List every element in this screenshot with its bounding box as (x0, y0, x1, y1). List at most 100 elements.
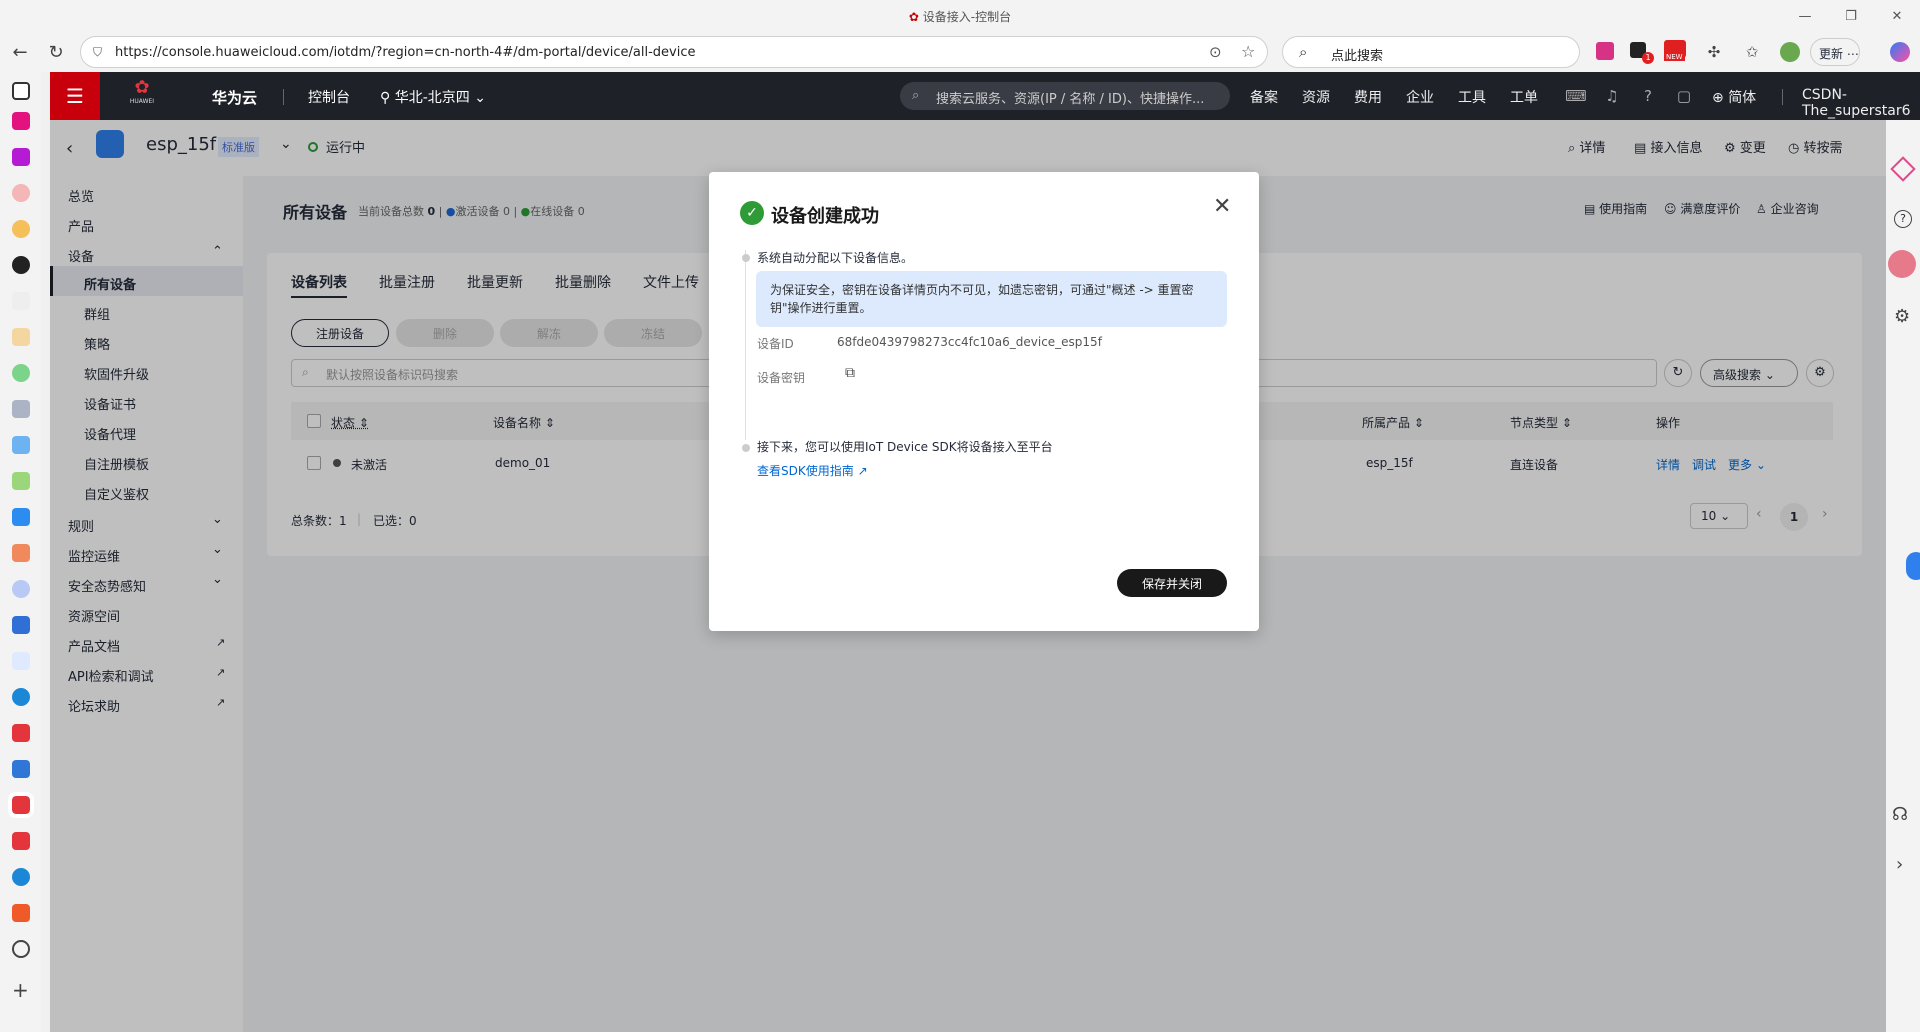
globe-icon: ⊕ (1712, 90, 1724, 106)
search-icon: ⌕ (912, 88, 920, 103)
app-edge-icon[interactable] (12, 688, 30, 706)
site-info-icon[interactable]: ⛉ (93, 45, 102, 60)
translate-side-icon[interactable] (1888, 250, 1916, 278)
dialog-title: 设备创建成功 (771, 206, 879, 227)
huawei-logo[interactable]: ✿ HUAWEI (122, 78, 162, 114)
browser-right-sidebar: ? ⚙ ☊ › (1886, 120, 1920, 1032)
huawei-flower-icon: ✿ (134, 77, 150, 98)
url-text[interactable]: https://console.huaweicloud.com/iotdm/?r… (115, 45, 696, 60)
profile-avatar[interactable] (1780, 42, 1800, 62)
help-circle-icon[interactable]: ? (1894, 210, 1912, 228)
copilot-icon[interactable] (1890, 42, 1910, 62)
add-icon[interactable]: + (12, 978, 29, 1002)
app-search-icon[interactable] (12, 652, 30, 670)
success-check-icon: ✓ (740, 201, 764, 225)
globe-icon[interactable] (12, 940, 30, 958)
divider (283, 89, 284, 105)
huawei-app-icon[interactable] (12, 724, 30, 742)
console-link[interactable]: 控制台 (308, 87, 350, 107)
new-badge: NEW (1664, 53, 1685, 61)
window-title: ✿ 设备接入-控制台 (908, 10, 1012, 24)
copy-icon[interactable]: ⧉ (845, 365, 855, 381)
close-icon[interactable]: ✕ (1213, 194, 1231, 219)
chevron-down-icon: ⌄ (474, 90, 486, 106)
side-drawer-handle[interactable] (1906, 552, 1920, 580)
app-game-icon[interactable] (12, 328, 30, 346)
app-edge2-icon[interactable] (12, 868, 30, 886)
global-search-input[interactable]: ⌕ 搜索云服务、资源(IP / 名称 / ID)、快捷操作... (900, 82, 1230, 110)
minimize-button[interactable]: — (1782, 0, 1828, 32)
update-button[interactable]: 更新 ⋯ (1810, 38, 1860, 66)
app-c-icon[interactable] (12, 544, 30, 562)
huawei-active-app-icon[interactable] (8, 792, 34, 818)
huawei-app2-icon[interactable] (12, 832, 30, 850)
header-link-billing[interactable]: 费用 (1354, 87, 1382, 107)
header-link-enterprise[interactable]: 企业 (1406, 87, 1434, 107)
app-table-icon[interactable] (12, 472, 30, 490)
favorites-icon[interactable]: ✩ (1738, 38, 1766, 66)
github-icon[interactable] (12, 256, 30, 274)
device-created-dialog: ✓ 设备创建成功 ✕ 系统自动分配以下设备信息。 为保证安全，密钥在设备详情页内… (709, 172, 1259, 631)
user-account[interactable]: CSDN-The_superstar6 (1802, 87, 1920, 119)
reader-mode-icon[interactable]: ⊙ (1209, 43, 1222, 61)
step-dot (742, 444, 750, 452)
step1-text: 系统自动分配以下设备信息。 (757, 251, 914, 265)
back-arrow-icon[interactable]: ← (6, 38, 34, 66)
terminal-icon[interactable]: ⌨ (1565, 86, 1587, 106)
location-pin-icon: ⚲ (380, 90, 391, 106)
device-id-label: 设备ID (757, 337, 794, 351)
app-circle-icon[interactable] (12, 184, 30, 202)
sdk-guide-link[interactable]: 查看SDK使用指南 ↗ (757, 462, 868, 479)
favorite-star-icon[interactable]: ☆ (1241, 42, 1255, 61)
close-window-button[interactable]: ✕ (1874, 0, 1920, 32)
app-layers-icon[interactable] (12, 760, 30, 778)
header-link-tickets[interactable]: 工单 (1510, 87, 1538, 107)
browser-search-box[interactable]: ⌕ 点此搜索 (1282, 36, 1580, 68)
huawei-favicon-icon: ✿ (908, 10, 919, 24)
search-icon: ⌕ (1299, 43, 1308, 61)
device-secret-label: 设备密钥 (757, 371, 806, 385)
zhihu-icon[interactable] (12, 508, 30, 526)
settings-gear-icon[interactable]: ⚙ (1894, 306, 1910, 327)
header-link-filing[interactable]: 备案 (1250, 87, 1278, 107)
browser-title-bar: ✿ 设备接入-控制台 — ❐ ✕ (0, 0, 1920, 32)
help-icon[interactable]: ? (1638, 86, 1658, 106)
app-cloud-icon[interactable] (12, 220, 30, 238)
tabs-icon[interactable] (12, 82, 30, 100)
region-selector[interactable]: ⚲ 华北-北京四 ⌄ (380, 87, 486, 107)
restore-button[interactable]: ❐ (1828, 0, 1874, 32)
address-bar[interactable]: ⛉ https://console.huaweicloud.com/iotdm/… (80, 36, 1268, 68)
bell-icon[interactable]: ♫ (1602, 86, 1622, 106)
brand-name[interactable]: 华为云 (212, 87, 257, 108)
hamburger-menu-icon[interactable]: ☰ (50, 72, 100, 120)
browser-sidebar: + (0, 72, 41, 1032)
console-header: ☰ ✿ HUAWEI 华为云 控制台 ⚲ 华北-北京四 ⌄ ⌕ 搜索云服务、资源… (50, 72, 1920, 120)
extension-translate-icon[interactable] (1596, 42, 1614, 60)
app-blue-icon[interactable] (12, 616, 30, 634)
copilot-side-icon[interactable] (1890, 156, 1916, 182)
step-connector (745, 250, 746, 440)
app-photo-icon[interactable] (12, 400, 30, 418)
app-edit-icon[interactable] (12, 436, 30, 454)
app-c2-icon[interactable] (12, 904, 30, 922)
browser-toolbar: ← ↻ ⛉ https://console.huaweicloud.com/io… (0, 32, 1920, 72)
reload-icon[interactable]: ↻ (42, 38, 70, 66)
language-selector[interactable]: ⊕ 简体 (1712, 87, 1756, 107)
app-v-icon[interactable] (12, 292, 30, 310)
app-ring-icon[interactable] (12, 580, 30, 598)
device-id-value: 68fde0439798273cc4fc10a6_device_esp15f (837, 335, 1102, 349)
save-and-close-button[interactable]: 保存并关闭 (1117, 569, 1227, 597)
divider (1782, 89, 1783, 105)
app-leaf-icon[interactable] (12, 364, 30, 382)
header-link-tools[interactable]: 工具 (1458, 87, 1486, 107)
step2-text: 接下来，您可以使用IoT Device SDK将设备接入至平台 (757, 440, 1053, 454)
message-icon[interactable]: ▢ (1674, 86, 1694, 106)
external-link-icon: ↗ (857, 464, 868, 478)
step-dot (742, 254, 750, 262)
extensions-puzzle-icon[interactable]: ✣ (1700, 38, 1728, 66)
header-link-resources[interactable]: 资源 (1302, 87, 1330, 107)
headset-icon[interactable]: ☊ (1892, 804, 1908, 825)
app-video-icon[interactable] (12, 112, 30, 130)
app-player-icon[interactable] (12, 148, 30, 166)
chevron-right-icon[interactable]: › (1896, 854, 1903, 875)
